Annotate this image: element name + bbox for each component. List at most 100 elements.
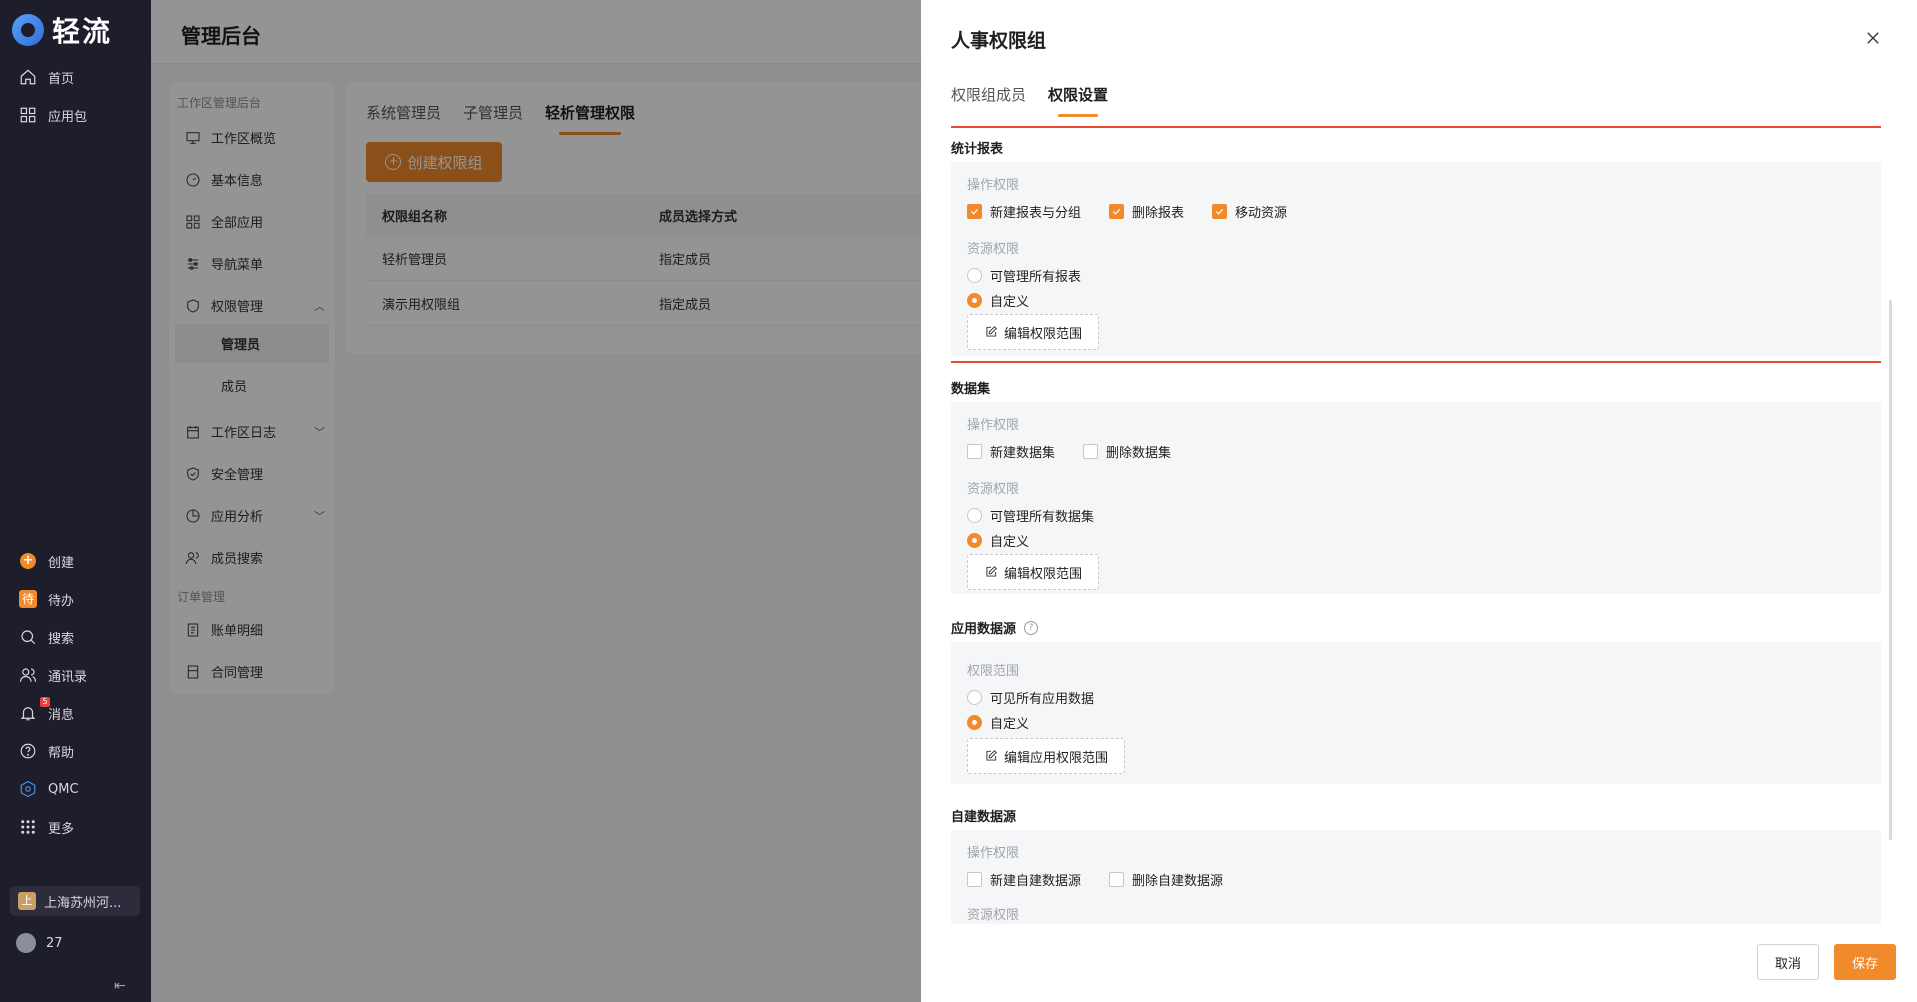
button-label: 编辑应用权限范围 bbox=[1004, 750, 1109, 766]
radio-manage-all-datasets[interactable]: 可管理所有数据集 bbox=[967, 506, 1094, 525]
radio-custom-dataset[interactable]: 自定义 bbox=[967, 531, 1029, 550]
drawer-footer: 取消 保存 bbox=[921, 930, 1917, 1002]
checkbox-label: 新建数据集 bbox=[990, 446, 1056, 461]
radio-label: 自定义 bbox=[990, 717, 1030, 732]
brand-logo[interactable]: 轻流 bbox=[12, 10, 112, 50]
brand-name: 轻流 bbox=[52, 15, 113, 48]
left-nav: 轻流 首页 应用包 + 创建 待 待办 搜索 通讯录 5 消息 帮助 QMC 更… bbox=[0, 0, 151, 1002]
todo-icon: 待 bbox=[19, 590, 37, 608]
modal-overlay[interactable] bbox=[151, 0, 921, 1002]
grid-icon bbox=[18, 105, 38, 125]
checkbox-icon bbox=[967, 444, 982, 459]
hexagon-icon bbox=[18, 779, 38, 799]
button-label: 编辑权限范围 bbox=[1004, 566, 1083, 582]
help-icon bbox=[18, 741, 38, 761]
workspace-icon: 上 bbox=[18, 892, 36, 910]
tab-group-members[interactable]: 权限组成员 bbox=[951, 84, 1026, 105]
self-source-panel: 操作权限 新建自建数据源 删除自建数据源 资源权限 bbox=[951, 830, 1881, 924]
checkbox-delete-self-source[interactable]: 删除自建数据源 bbox=[1109, 870, 1223, 889]
nav-label: 搜索 bbox=[48, 631, 75, 647]
nav-label: 待办 bbox=[48, 593, 75, 609]
home-icon bbox=[18, 67, 38, 87]
nav-item-app-packages[interactable]: 应用包 bbox=[18, 104, 87, 126]
nav-item-messages[interactable]: 5 消息 bbox=[18, 697, 75, 724]
avatar bbox=[16, 933, 36, 953]
bell-icon: 5 bbox=[18, 697, 50, 723]
edit-app-scope-button[interactable]: 编辑应用权限范围 bbox=[967, 738, 1126, 774]
cancel-button[interactable]: 取消 bbox=[1757, 944, 1819, 980]
dataset-panel: 操作权限 新建数据集 删除数据集 资源权限 可管理所有数据集 自定义 编辑权限范… bbox=[951, 402, 1881, 594]
section-title-app-source: 应用数据源 ? bbox=[951, 618, 1039, 637]
checkbox-label: 删除自建数据源 bbox=[1132, 874, 1224, 889]
resource-permission-label: 资源权限 bbox=[967, 482, 1020, 497]
radio-selected-icon bbox=[967, 533, 982, 548]
nav-item-help[interactable]: 帮助 bbox=[18, 740, 74, 762]
dots-grid-icon bbox=[18, 817, 38, 837]
checkbox-create-self-source[interactable]: 新建自建数据源 bbox=[967, 870, 1081, 889]
question-icon[interactable]: ? bbox=[1024, 620, 1039, 635]
nav-label: QMC bbox=[48, 781, 79, 797]
checkbox-icon bbox=[1083, 444, 1099, 459]
section-title-text: 应用数据源 bbox=[951, 622, 1017, 637]
op-permission-label: 操作权限 bbox=[967, 846, 1020, 861]
edit-icon bbox=[986, 566, 997, 577]
section-title-self-source: 自建数据源 bbox=[951, 810, 1017, 825]
scrollbar[interactable] bbox=[1889, 300, 1892, 840]
radio-see-all-app-data[interactable]: 可见所有应用数据 bbox=[967, 688, 1094, 707]
checkbox-icon bbox=[967, 872, 982, 887]
highlight-box bbox=[951, 126, 1881, 363]
permission-settings-scroll[interactable]: 统计报表 操作权限 新建报表与分组 删除报表 移动资源 资源权限 可管理所有报表… bbox=[951, 126, 1881, 924]
checkbox-label: 新建自建数据源 bbox=[990, 874, 1082, 889]
close-button[interactable] bbox=[1861, 26, 1885, 50]
checkbox-icon bbox=[1109, 872, 1125, 887]
nav-item-create[interactable]: + 创建 bbox=[18, 550, 74, 572]
scope-label: 权限范围 bbox=[967, 664, 1020, 679]
message-badge: 5 bbox=[40, 697, 50, 707]
workspace-switcher[interactable]: 上 上海苏州河... bbox=[10, 886, 140, 916]
close-icon bbox=[1867, 32, 1879, 44]
nav-label: 消息 bbox=[48, 707, 75, 723]
checkbox-delete-dataset[interactable]: 删除数据集 bbox=[1083, 442, 1171, 461]
contacts-icon bbox=[18, 665, 38, 685]
checkbox-create-dataset[interactable]: 新建数据集 bbox=[967, 442, 1055, 461]
nav-label: 应用包 bbox=[48, 109, 88, 125]
radio-icon bbox=[967, 508, 982, 523]
nav-label: 更多 bbox=[48, 821, 75, 837]
radio-custom-app-data[interactable]: 自定义 bbox=[967, 713, 1029, 732]
nav-item-search[interactable]: 搜索 bbox=[18, 626, 74, 648]
drawer-tabs: 权限组成员 权限设置 bbox=[951, 84, 1108, 117]
app-source-panel: 权限范围 可见所有应用数据 自定义 编辑应用权限范围 bbox=[951, 642, 1881, 784]
user-profile[interactable]: 27 bbox=[16, 933, 63, 953]
op-permission-label: 操作权限 bbox=[967, 418, 1020, 433]
nav-label: 帮助 bbox=[48, 745, 75, 761]
nav-label: 创建 bbox=[48, 555, 75, 571]
drawer-title: 人事权限组 bbox=[951, 30, 1047, 52]
edit-icon bbox=[986, 750, 997, 761]
plus-icon: + bbox=[20, 553, 36, 569]
nav-item-qmc[interactable]: QMC bbox=[18, 778, 79, 800]
radio-icon bbox=[967, 690, 982, 705]
nav-item-contacts[interactable]: 通讯录 bbox=[18, 664, 87, 686]
permission-group-drawer: 人事权限组 权限组成员 权限设置 统计报表 操作权限 新建报表与分组 删除报表 … bbox=[921, 0, 1917, 1002]
nav-item-more[interactable]: 更多 bbox=[18, 816, 74, 838]
save-button[interactable]: 保存 bbox=[1834, 944, 1896, 980]
search-icon bbox=[18, 627, 38, 647]
dataset-op-checkboxes: 新建数据集 删除数据集 bbox=[967, 442, 1171, 461]
logo-icon bbox=[12, 14, 44, 46]
workspace-name: 上海苏州河... bbox=[44, 895, 122, 911]
user-label: 27 bbox=[46, 935, 63, 951]
nav-label: 首页 bbox=[48, 71, 75, 87]
nav-label: 通讯录 bbox=[48, 669, 88, 685]
edit-dataset-scope-button[interactable]: 编辑权限范围 bbox=[967, 554, 1100, 590]
resource-permission-label: 资源权限 bbox=[967, 908, 1020, 923]
tab-permission-settings[interactable]: 权限设置 bbox=[1048, 84, 1108, 117]
collapse-sidebar-icon[interactable]: ⇤ bbox=[114, 978, 126, 994]
nav-item-todo[interactable]: 待 待办 bbox=[18, 588, 74, 610]
radio-label: 自定义 bbox=[990, 535, 1030, 550]
section-title-dataset: 数据集 bbox=[951, 382, 991, 397]
radio-selected-icon bbox=[967, 715, 982, 730]
radio-label: 可管理所有数据集 bbox=[990, 510, 1095, 525]
nav-item-home[interactable]: 首页 bbox=[18, 66, 74, 88]
self-source-op-checkboxes: 新建自建数据源 删除自建数据源 bbox=[967, 870, 1223, 889]
checkbox-label: 删除数据集 bbox=[1106, 446, 1172, 461]
